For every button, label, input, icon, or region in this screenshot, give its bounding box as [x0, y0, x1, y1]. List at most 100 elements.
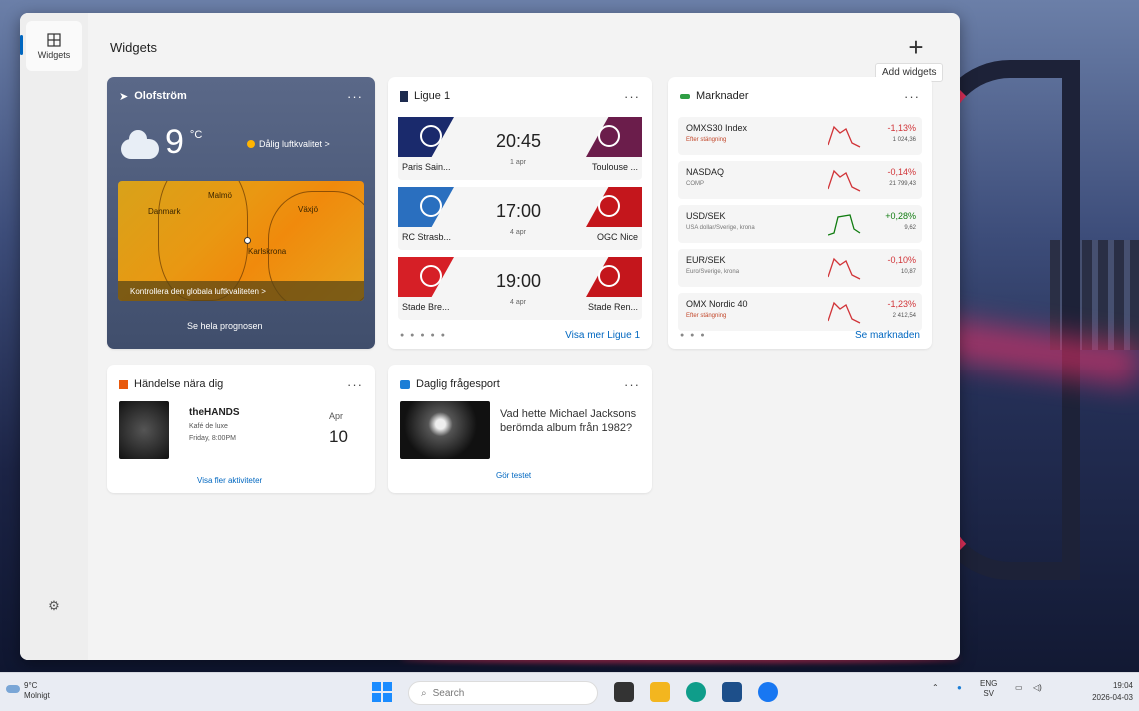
events-widget[interactable]: Händelse nära dig ··· theHANDS Kafé de l…: [107, 365, 375, 493]
start-button[interactable]: [372, 682, 392, 702]
air-quality-text: Dålig luftkvalitet >: [259, 139, 330, 149]
air-quality-icon: [247, 140, 255, 148]
map-label: Växjö: [298, 205, 319, 214]
events-header: Händelse nära dig ···: [119, 375, 363, 393]
quiz-more-button[interactable]: ···: [624, 377, 640, 392]
market-row[interactable]: OMXS30 Index Efter stängning -1,13% 1 02…: [678, 117, 922, 155]
event-name[interactable]: theHANDS: [189, 407, 240, 418]
full-forecast-link[interactable]: Se hela prognosen: [187, 321, 263, 331]
ligue1-logo-icon: [400, 90, 408, 102]
see-market-link[interactable]: Se marknaden: [855, 330, 920, 341]
markets-pager-dots[interactable]: ● ● ●: [680, 332, 707, 339]
event-time: Friday, 8:00PM: [189, 435, 236, 442]
market-value: 2 412,54: [892, 313, 916, 319]
events-title: Händelse nära dig: [134, 378, 224, 390]
widgets-grid-icon: [47, 32, 61, 47]
pager-dots[interactable]: ● ● ● ● ●: [400, 332, 447, 339]
market-name: EUR/SEK: [686, 255, 726, 265]
home-team-name: Stade Bre...: [402, 302, 450, 312]
settings-gear-icon[interactable]: ⚙: [44, 596, 64, 616]
sparkline: [828, 301, 861, 324]
search-placeholder: Search: [432, 687, 465, 699]
market-sub: COMP: [686, 181, 704, 187]
market-change: -1,23%: [887, 299, 916, 309]
taskbar-weather[interactable]: 9°C Molnigt: [6, 681, 50, 701]
match-time: 20:45: [496, 131, 542, 151]
events-more-button[interactable]: ···: [347, 377, 363, 392]
air-quality-map-bar[interactable]: Kontrollera den globala luftkvaliteten >: [118, 281, 364, 301]
sparkline: [828, 169, 861, 192]
event-image[interactable]: [119, 401, 169, 459]
market-change: +0,28%: [885, 211, 916, 221]
markets-more-button[interactable]: ···: [904, 89, 920, 104]
clock-date: 2026-04-03: [1092, 693, 1133, 702]
match-date: 1 apr: [510, 159, 526, 166]
home-team-badge-icon: [420, 265, 442, 287]
more-events-link[interactable]: Visa fler aktiviteter: [197, 476, 262, 485]
page-title: Widgets: [110, 40, 157, 55]
network-icon[interactable]: ▭: [1015, 683, 1023, 692]
markets-logo-icon: [680, 93, 690, 99]
rail-widgets-button[interactable]: Widgets: [20, 21, 82, 71]
take-quiz-link[interactable]: Gör testet: [496, 471, 531, 480]
market-row[interactable]: OMX Nordic 40 Efter stängning -1,23% 2 4…: [678, 293, 922, 331]
market-row[interactable]: EUR/SEK Euro/Sverige, krona -0,10% 10,87: [678, 249, 922, 287]
sparkline: [828, 257, 861, 280]
weather-more-button[interactable]: ···: [347, 89, 363, 104]
market-value: 9,62: [904, 225, 916, 231]
plus-icon: +: [908, 31, 924, 62]
market-sub: USA dollar/Sverige, krona: [686, 225, 755, 231]
markets-widget[interactable]: Marknader ··· OMXS30 Index Efter stängni…: [668, 77, 932, 349]
market-change: -0,14%: [887, 167, 916, 177]
taskbar: 9°C Molnigt ⌕ Search ⌃ ● ENG SV ▭ ◁) 19:…: [0, 672, 1139, 711]
market-row[interactable]: NASDAQ COMP -0,14% 21 799,43: [678, 161, 922, 199]
weather-widget[interactable]: ➤ Olofström ··· 9 °C Dålig luftkvalitet …: [107, 77, 375, 349]
taskbar-clock[interactable]: 19:04 2026-04-03: [1092, 680, 1133, 704]
widgets-panel: Widgets ⚙ Widgets + Add widgets ➤ Olofst…: [20, 13, 960, 660]
task-view-icon[interactable]: [614, 682, 634, 702]
markets-header: Marknader ···: [680, 87, 920, 105]
market-row[interactable]: USD/SEK USA dollar/Sverige, krona +0,28%…: [678, 205, 922, 243]
tray-app-icon[interactable]: ●: [957, 683, 962, 692]
map-label: Malmö: [208, 191, 233, 200]
match-date: 4 apr: [510, 299, 526, 306]
taskbar-search[interactable]: ⌕ Search: [408, 681, 598, 705]
market-value: 1 024,36: [892, 137, 916, 143]
quiz-question: Vad hette Michael Jacksons berömda album…: [500, 408, 637, 434]
event-month: Apr: [329, 411, 344, 421]
chevron-up-icon[interactable]: ⌃: [932, 683, 939, 692]
home-team-name: RC Strasb...: [402, 232, 452, 242]
taskbar-cloud-icon: [6, 685, 20, 693]
quiz-widget[interactable]: Daglig frågesport ··· Vad hette Michael …: [388, 365, 652, 493]
away-team-badge-icon: [598, 195, 620, 217]
facebook-icon[interactable]: [758, 682, 778, 702]
market-name: NASDAQ: [686, 167, 725, 177]
ligue1-widget[interactable]: Ligue 1 ··· Paris Sain... 20:45 1 apr To…: [388, 77, 652, 349]
match-row[interactable]: Paris Sain... 20:45 1 apr Toulouse ...: [398, 117, 642, 180]
match-time: 17:00: [496, 201, 542, 221]
weather-temp: 9: [165, 123, 184, 161]
volume-icon[interactable]: ◁): [1033, 683, 1042, 692]
air-quality-map[interactable]: Danmark Malmö Växjö Karlskrona Kontrolle…: [118, 181, 364, 301]
away-team-badge-icon: [598, 125, 620, 147]
more-ligue1-link[interactable]: Visa mer Ligue 1: [565, 330, 640, 341]
ligue1-title: Ligue 1: [414, 90, 451, 102]
match-row[interactable]: Stade Bre... 19:00 4 apr Stade Ren...: [398, 257, 642, 320]
quiz-title: Daglig frågesport: [416, 378, 500, 390]
language-indicator[interactable]: ENG SV: [980, 679, 997, 699]
market-change: -0,10%: [887, 255, 916, 265]
weather-header: ➤ Olofström ···: [119, 87, 363, 105]
ligue1-more-button[interactable]: ···: [624, 89, 640, 104]
map-label: Karlskrona: [248, 247, 287, 256]
air-quality-link[interactable]: Dålig luftkvalitet >: [247, 139, 330, 149]
edge-icon[interactable]: [686, 682, 706, 702]
market-name: OMXS30 Index: [686, 123, 748, 133]
file-explorer-icon[interactable]: [650, 682, 670, 702]
weather-temp-block: 9 °C: [121, 125, 202, 159]
match-row[interactable]: RC Strasb... 17:00 4 apr OGC Nice: [398, 187, 642, 250]
store-icon[interactable]: [722, 682, 742, 702]
rail-widgets-label: Widgets: [37, 49, 71, 60]
home-team-badge-icon: [420, 125, 442, 147]
add-widgets-button[interactable]: +: [900, 31, 932, 63]
events-logo-icon: [119, 379, 128, 389]
